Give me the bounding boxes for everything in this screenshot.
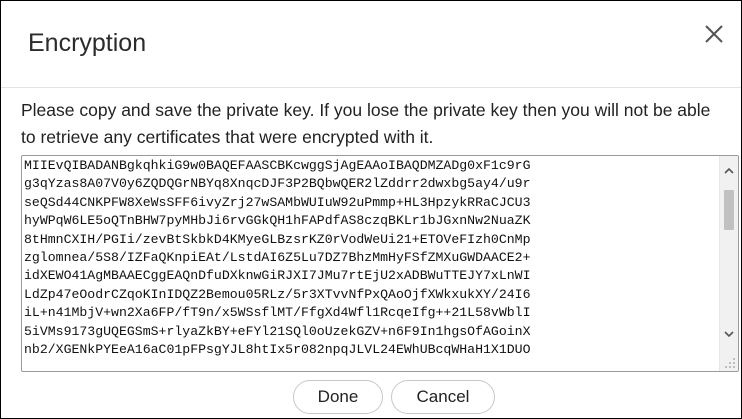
- key-line: MIIEvQIBADANBgkqhkiG9w0BAQEFAASCBKcwggSj…: [24, 158, 531, 173]
- key-line: seQSd44CNKPFW8XeWsSFF6ivyZrj27wSAMbWUIuW…: [24, 194, 531, 210]
- key-line: iL+n41MbjV+wn2Xa6FP/fT9n/x5WSsflMT/FfgXd…: [24, 305, 531, 321]
- dialog-header: Encryption: [1, 1, 741, 88]
- dialog-title: Encryption: [28, 29, 147, 57]
- resize-grip-icon[interactable]: [723, 356, 737, 370]
- key-line: 5iVMs9173gUQEGSmS+rlyaZkBY+eFYl21SQl0oUz…: [24, 323, 531, 339]
- private-key-warning: Please copy and save the private key. If…: [21, 100, 711, 147]
- key-line: nb2/XGENkPYEeA16aC01pFPsgYJL8htIx5r082np…: [24, 342, 531, 358]
- scrollbar-thumb[interactable]: [724, 190, 734, 230]
- private-key-textarea[interactable]: MIIEvQIBADANBgkqhkiG9w0BAQEFAASCBKcwggSj…: [21, 155, 739, 372]
- cancel-button[interactable]: Cancel: [391, 380, 495, 414]
- key-line: hyWPqW6LE5oQTnBHW7pyMHbJi6rvGGkQH1hFAPdf…: [24, 213, 531, 229]
- scroll-up-arrow-icon[interactable]: [720, 162, 738, 179]
- scroll-down-arrow-icon[interactable]: [720, 326, 738, 343]
- private-key-text: MIIEvQIBADANBgkqhkiG9w0BAQEFAASCBKcwggSj…: [24, 157, 714, 359]
- close-icon[interactable]: [701, 21, 727, 47]
- key-line: zglomnea/5S8/IZFaQKnpiEAt/LstdAI6Z5Lu7DZ…: [24, 250, 531, 266]
- vertical-scrollbar[interactable]: [719, 156, 738, 371]
- done-button[interactable]: Done: [293, 380, 383, 414]
- key-line: idXEWO41AgMBAAECggEAQnDfuDXknwGiRJXI7JMu…: [24, 268, 531, 284]
- key-line: 8tHmnCXIH/PGIi/zevBtSkbkD4KMyeGLBzsrKZ0r…: [24, 231, 531, 247]
- key-line: LdZp47eOodrCZqoKInIDQZ2Bemou05RLz/5r3XTv…: [24, 286, 531, 302]
- dialog-footer: Done Cancel: [1, 375, 741, 418]
- key-line: g3qYzas8A07V0y6ZQDQGrNBYq8XnqcDJF3P2BQbw…: [24, 176, 531, 192]
- encryption-dialog: Encryption Please copy and save the priv…: [0, 0, 742, 419]
